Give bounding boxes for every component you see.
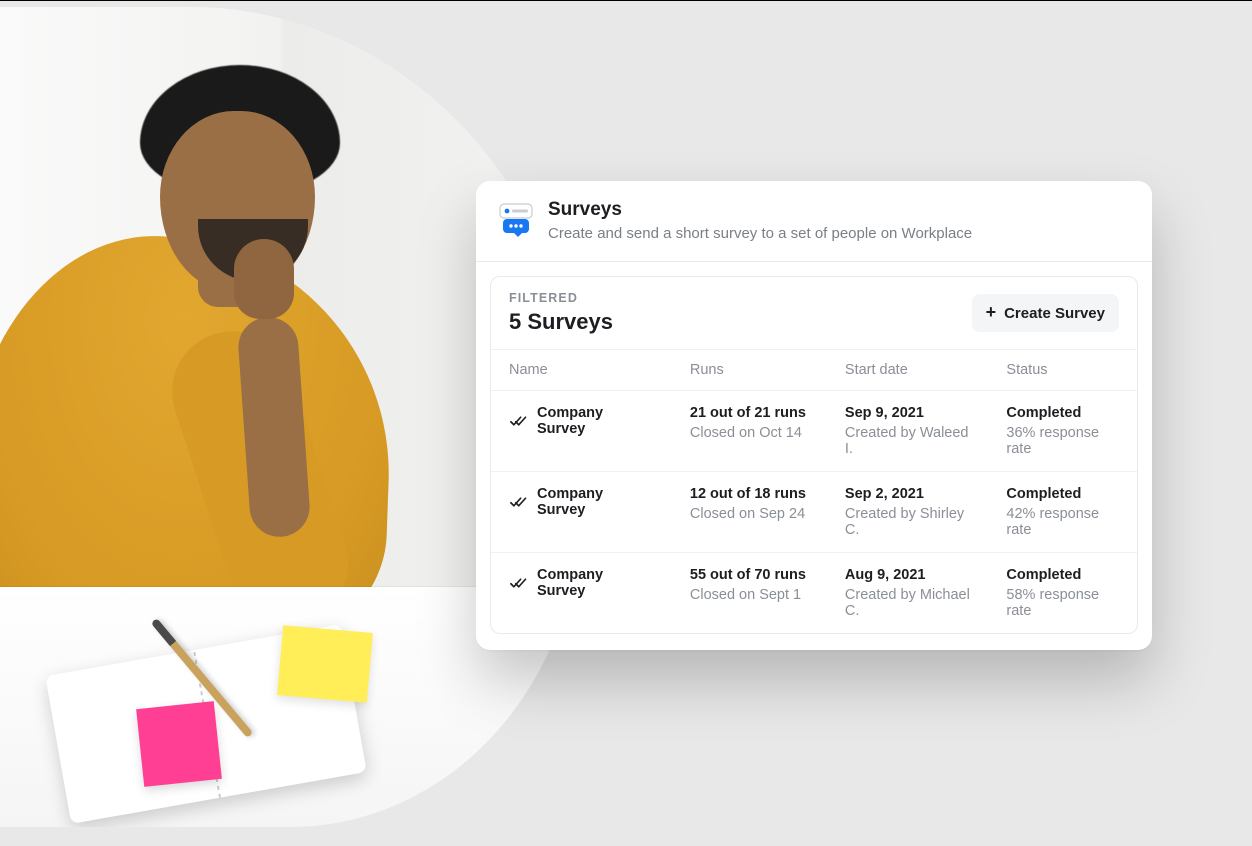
card-head: FILTERED 5 Surveys + Create Survey xyxy=(491,277,1137,349)
plus-icon: + xyxy=(986,303,997,321)
surveys-count-title: 5 Surveys xyxy=(509,309,613,335)
col-status: Status xyxy=(988,350,1137,391)
status-main: Completed xyxy=(1006,405,1119,421)
panel-header-text: Surveys Create and send a short survey t… xyxy=(548,199,972,243)
double-check-icon xyxy=(509,574,527,592)
survey-name-cell: Company Survey xyxy=(509,405,654,437)
survey-name: Company Survey xyxy=(537,486,654,518)
surveys-panel: Surveys Create and send a short survey t… xyxy=(476,181,1152,650)
double-check-icon xyxy=(509,493,527,511)
panel-header: Surveys Create and send a short survey t… xyxy=(476,181,1152,262)
start-sub: Created by Michael C. xyxy=(845,587,971,619)
table-row[interactable]: Company Survey 55 out of 70 runs Closed … xyxy=(491,553,1137,634)
start-main: Sep 2, 2021 xyxy=(845,486,971,502)
photo-person-hand xyxy=(234,239,294,319)
start-main: Aug 9, 2021 xyxy=(845,567,971,583)
runs-sub: Closed on Sep 24 xyxy=(690,506,809,522)
status-sub: 42% response rate xyxy=(1006,506,1119,538)
surveys-card: FILTERED 5 Surveys + Create Survey Name … xyxy=(490,276,1138,634)
create-survey-button[interactable]: + Create Survey xyxy=(972,294,1119,332)
runs-sub: Closed on Oct 14 xyxy=(690,425,809,441)
double-check-icon xyxy=(509,412,527,430)
status-sub: 58% response rate xyxy=(1006,587,1119,619)
photo-sticky-yellow xyxy=(277,625,373,703)
surveys-icon xyxy=(498,201,534,237)
col-name: Name xyxy=(491,350,672,391)
table-row[interactable]: Company Survey 12 out of 18 runs Closed … xyxy=(491,472,1137,553)
surveys-table: Name Runs Start date Status xyxy=(491,349,1137,633)
panel-subtitle: Create and send a short survey to a set … xyxy=(548,224,972,244)
runs-sub: Closed on Sept 1 xyxy=(690,587,809,603)
survey-name-cell: Company Survey xyxy=(509,486,654,518)
col-runs: Runs xyxy=(672,350,827,391)
status-sub: 36% response rate xyxy=(1006,425,1119,457)
filtered-label: FILTERED xyxy=(509,291,613,305)
card-head-left: FILTERED 5 Surveys xyxy=(509,291,613,335)
survey-name: Company Survey xyxy=(537,405,654,437)
status-main: Completed xyxy=(1006,486,1119,502)
col-start: Start date xyxy=(827,350,989,391)
status-main: Completed xyxy=(1006,567,1119,583)
create-survey-label: Create Survey xyxy=(1004,305,1105,322)
start-main: Sep 9, 2021 xyxy=(845,405,971,421)
runs-main: 21 out of 21 runs xyxy=(690,405,809,421)
photo-sticky-pink xyxy=(136,701,222,787)
survey-name-cell: Company Survey xyxy=(509,567,654,599)
start-sub: Created by Waleed I. xyxy=(845,425,971,457)
start-sub: Created by Shirley C. xyxy=(845,506,971,538)
runs-main: 55 out of 70 runs xyxy=(690,567,809,583)
table-row[interactable]: Company Survey 21 out of 21 runs Closed … xyxy=(491,391,1137,472)
panel-title: Surveys xyxy=(548,199,972,222)
survey-name: Company Survey xyxy=(537,567,654,599)
runs-main: 12 out of 18 runs xyxy=(690,486,809,502)
table-header-row: Name Runs Start date Status xyxy=(491,350,1137,391)
panel-body: FILTERED 5 Surveys + Create Survey Name … xyxy=(476,262,1152,650)
